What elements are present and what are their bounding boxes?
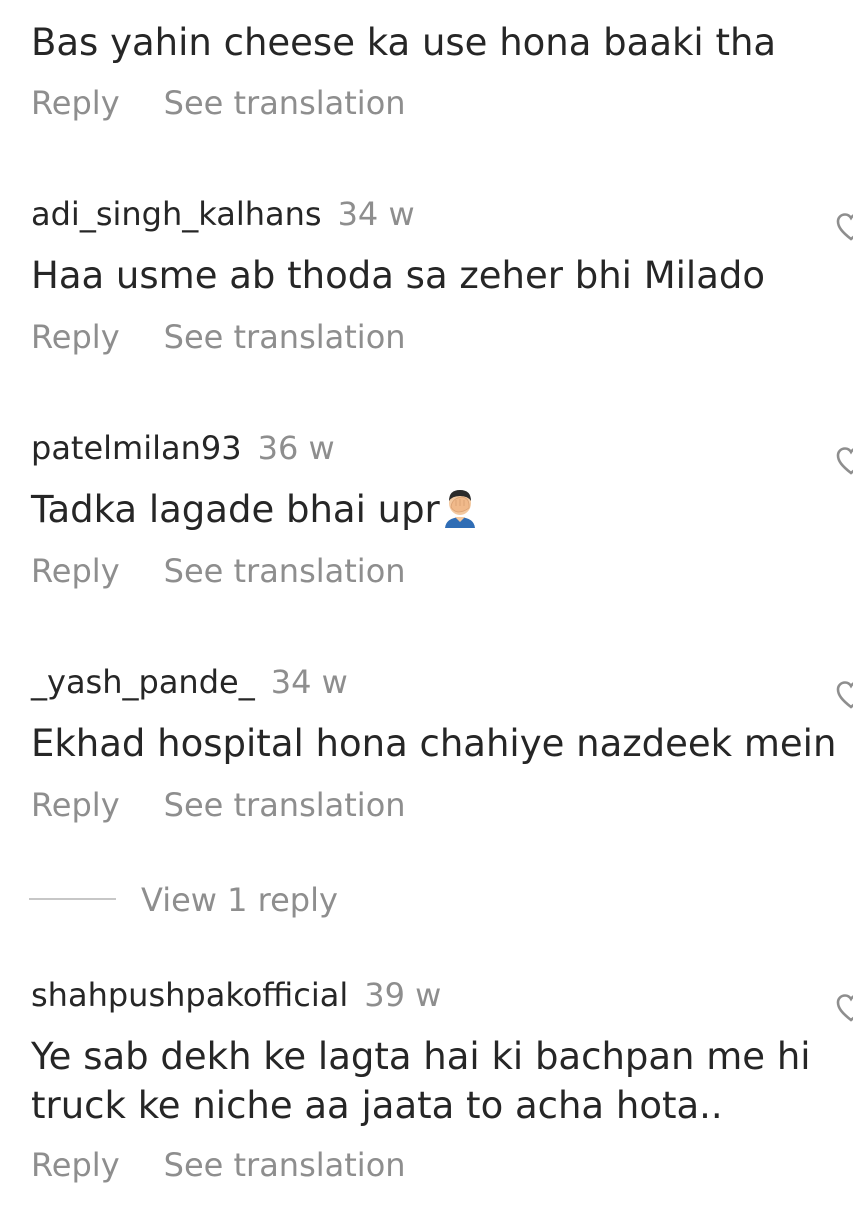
comment-text: Haa usme ab thoda sa zeher bhi Milado [31, 254, 766, 297]
comment-timestamp: 34 w [337, 195, 415, 233]
man-facepalming-emoji-icon [444, 490, 475, 528]
comment-text: Ekhad hospital hona chahiye nazdeek mein [31, 722, 837, 765]
comment-username[interactable]: patelmilan93 [31, 429, 242, 467]
comment-actions: Reply See translation [31, 83, 406, 123]
comment-text: Tadka lagade bhai upr [31, 488, 440, 531]
heart-icon[interactable] [836, 212, 853, 242]
comment-timestamp: 34 w [270, 663, 348, 701]
comment-text-line: truck ke niche aa jaata to acha hota.. [31, 1084, 723, 1127]
reply-button[interactable]: Reply [31, 1146, 120, 1184]
see-translation-button[interactable]: See translation [164, 318, 406, 356]
comment-meta: adi_singh_kalhans 34 w [31, 194, 415, 234]
comment-meta: shahpushpakofficial 39 w [31, 975, 441, 1015]
comment-text: Bas yahin cheese ka use hona baaki tha [31, 21, 777, 64]
reply-button[interactable]: Reply [31, 318, 120, 356]
comment-actions: Reply See translation [31, 551, 406, 591]
comment-actions: Reply See translation [31, 317, 406, 357]
comment-actions: Reply See translation [31, 785, 406, 825]
comment-meta: _yash_pande_ 34 w [31, 662, 348, 702]
view-replies-label[interactable]: View 1 reply [141, 878, 338, 922]
comment-actions: Reply See translation [31, 1145, 406, 1185]
see-translation-button[interactable]: See translation [164, 552, 406, 590]
comment-username[interactable]: adi_singh_kalhans [31, 195, 322, 233]
see-translation-button[interactable]: See translation [164, 84, 406, 122]
reply-button[interactable]: Reply [31, 84, 120, 122]
reply-button[interactable]: Reply [31, 552, 120, 590]
reply-button[interactable]: Reply [31, 786, 120, 824]
comment-text-line: Ye sab dekh ke lagta hai ki bachpan me h… [31, 1035, 811, 1078]
heart-icon[interactable] [836, 993, 853, 1023]
heart-icon[interactable] [836, 446, 853, 476]
see-translation-button[interactable]: See translation [164, 786, 406, 824]
comment-username[interactable]: shahpushpakofficial [31, 976, 348, 1014]
comment-timestamp: 39 w [364, 976, 442, 1014]
comment-username[interactable]: _yash_pande_ [31, 663, 255, 701]
comment-timestamp: 36 w [257, 429, 335, 467]
heart-icon[interactable] [836, 680, 853, 710]
see-translation-button[interactable]: See translation [164, 1146, 406, 1184]
comment-meta: patelmilan93 36 w [31, 428, 335, 468]
view-replies-toggle[interactable]: View 1 reply [29, 878, 429, 922]
view-replies-divider [29, 898, 116, 900]
comment-text-row: Tadka lagade bhai upr [31, 486, 478, 534]
